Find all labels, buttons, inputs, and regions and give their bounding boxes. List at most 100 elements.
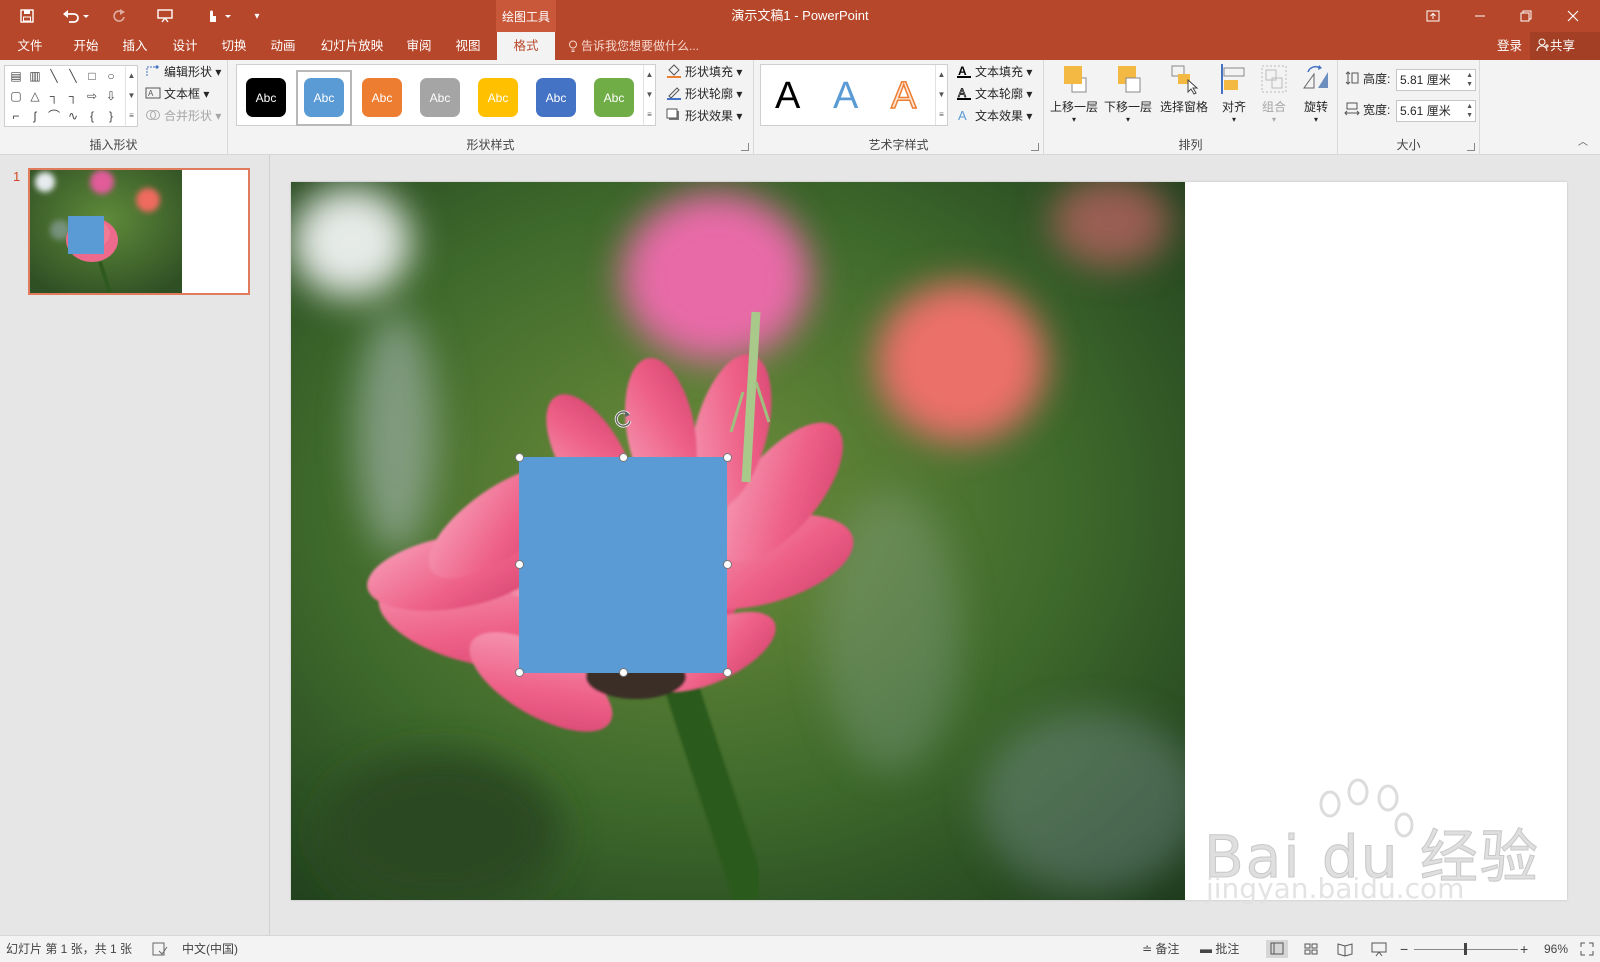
shape-fill-button[interactable]: 形状填充 ▾ xyxy=(666,62,742,82)
wordart-blue-fill[interactable]: A xyxy=(833,75,858,118)
send-backward-button[interactable]: 下移一层 ▾ xyxy=(1102,62,1154,125)
selected-rectangle-shape[interactable] xyxy=(519,457,727,673)
elbow-connector-shape-icon[interactable]: ┐ xyxy=(47,90,61,102)
triangle-shape-icon[interactable]: △ xyxy=(28,90,42,102)
resize-handle-right[interactable] xyxy=(723,560,732,569)
style-swatch-orange[interactable]: Abc xyxy=(362,78,402,117)
shape-effects-button[interactable]: 形状效果 ▾ xyxy=(666,106,742,126)
zoom-level[interactable]: 96% xyxy=(1544,936,1568,962)
comments-button[interactable]: ▬ 批注 xyxy=(1200,936,1239,962)
scribble-shape-icon[interactable]: ʃ xyxy=(28,110,42,122)
zoom-slider-thumb[interactable] xyxy=(1464,943,1467,955)
normal-view-icon[interactable] xyxy=(1266,940,1288,958)
tab-view[interactable]: 视图 xyxy=(448,32,488,60)
zoom-slider[interactable] xyxy=(1414,936,1524,962)
style-swatch-gray[interactable]: Abc xyxy=(420,78,460,117)
save-icon[interactable] xyxy=(16,4,38,28)
tab-animations[interactable]: 动画 xyxy=(263,32,303,60)
tab-insert[interactable]: 插入 xyxy=(115,32,155,60)
vertical-textbox-shape-icon[interactable]: ▥ xyxy=(28,70,42,82)
present-icon[interactable] xyxy=(154,4,176,28)
resize-handle-bottom[interactable] xyxy=(619,668,628,677)
size-launcher-icon[interactable] xyxy=(1467,143,1475,151)
slide-sorter-view-icon[interactable] xyxy=(1300,940,1322,958)
resize-handle-bottom-right[interactable] xyxy=(723,668,732,677)
text-outline-button[interactable]: A 文本轮廓 ▾ xyxy=(956,84,1032,104)
slideshow-view-icon[interactable] xyxy=(1368,940,1390,958)
style-swatch-green[interactable]: Abc xyxy=(594,78,634,117)
zoom-in-icon[interactable]: + xyxy=(1520,936,1528,962)
shape-styles-gallery-scroll[interactable]: ▲ ▼ ≡ xyxy=(643,65,655,125)
tab-design[interactable]: 设计 xyxy=(165,32,205,60)
touch-mode-icon[interactable] xyxy=(200,4,236,28)
bring-forward-button[interactable]: 上移一层 ▾ xyxy=(1048,62,1100,125)
style-swatch-gold[interactable]: Abc xyxy=(478,78,518,117)
merge-shapes-button[interactable]: 合并形状 ▾ xyxy=(145,106,221,126)
resize-handle-left[interactable] xyxy=(515,560,524,569)
rotate-handle-icon[interactable] xyxy=(612,408,634,430)
zoom-out-icon[interactable]: − xyxy=(1400,936,1408,962)
right-arrow-shape-icon[interactable]: ⇨ xyxy=(85,90,99,102)
close-icon[interactable] xyxy=(1550,0,1596,32)
left-brace-shape-icon[interactable]: { xyxy=(85,110,99,122)
restore-icon[interactable] xyxy=(1503,0,1549,32)
rotate-button[interactable]: 旋转 ▾ xyxy=(1296,62,1336,125)
height-input[interactable]: 5.81 厘米 ▲ ▼ xyxy=(1396,69,1476,91)
wordart-black-fill[interactable]: A xyxy=(775,75,800,118)
rectangle-shape-icon[interactable]: □ xyxy=(85,70,99,82)
down-arrow-shape-icon[interactable]: ⇩ xyxy=(104,90,118,102)
width-input[interactable]: 5.61 厘米 ▲ ▼ xyxy=(1396,100,1476,122)
slide-thumbnail[interactable] xyxy=(28,168,250,295)
height-spinner[interactable]: ▲ ▼ xyxy=(1466,71,1473,89)
style-swatch-dark-blue[interactable]: Abc xyxy=(536,78,576,117)
tab-format[interactable]: 格式 xyxy=(497,32,555,60)
wordart-gallery-scroll[interactable]: ▲ ▼ ≡ xyxy=(935,65,947,125)
tab-review[interactable]: 审阅 xyxy=(399,32,439,60)
group-button[interactable]: 组合 ▾ xyxy=(1254,62,1294,125)
resize-handle-bottom-left[interactable] xyxy=(515,668,524,677)
text-fill-button[interactable]: A 文本填充 ▾ xyxy=(956,62,1032,82)
line-shape-icon[interactable]: ╲ xyxy=(47,70,61,82)
flower-photo[interactable] xyxy=(291,182,1185,900)
resize-handle-top-right[interactable] xyxy=(723,453,732,462)
redo-icon[interactable] xyxy=(108,4,130,28)
undo-icon[interactable] xyxy=(58,4,94,28)
style-swatch-blue[interactable]: Abc xyxy=(304,78,344,117)
share-button[interactable]: 共享 xyxy=(1530,32,1600,60)
oval-shape-icon[interactable]: ○ xyxy=(104,70,118,82)
tab-transitions[interactable]: 切换 xyxy=(214,32,254,60)
shape-outline-button[interactable]: 形状轮廓 ▾ xyxy=(666,84,742,104)
login-link[interactable]: 登录 xyxy=(1497,32,1522,60)
text-effects-button[interactable]: A 文本效果 ▾ xyxy=(956,106,1032,126)
align-button[interactable]: 对齐 ▾ xyxy=(1214,62,1254,125)
tell-me-box[interactable]: 告诉我您想要做什么... xyxy=(568,32,699,60)
right-brace-shape-icon[interactable]: } xyxy=(104,110,118,122)
shape-styles-gallery[interactable]: Abc Abc Abc Abc Abc Abc Abc ▲ ▼ ≡ xyxy=(236,64,656,126)
reading-view-icon[interactable] xyxy=(1334,940,1356,958)
language-indicator[interactable]: 中文(中国) xyxy=(182,936,238,962)
tab-slideshow[interactable]: 幻灯片放映 xyxy=(314,32,390,60)
text-box-button[interactable]: A 文本框 ▾ xyxy=(145,84,209,104)
notes-button[interactable]: ≐ 备注 xyxy=(1142,936,1179,962)
shapes-gallery[interactable]: ▤ ▥ ╲ ╲ □ ○ ▢ △ ┐ ┐ ⇨ ⇩ ⌐ ʃ ⌒ ∿ { } ▲ ▼ ≡ xyxy=(4,65,138,127)
wordart-orange-outline[interactable]: A xyxy=(890,74,917,118)
edit-shape-button[interactable]: 编辑形状 ▾ xyxy=(145,62,221,82)
style-swatch-black[interactable]: Abc xyxy=(246,78,286,117)
width-spinner[interactable]: ▲ ▼ xyxy=(1466,102,1473,120)
wordart-gallery[interactable]: A A A ▲ ▼ ≡ xyxy=(760,64,948,126)
shapes-gallery-scroll[interactable]: ▲ ▼ ≡ xyxy=(125,66,137,126)
wordart-launcher-icon[interactable] xyxy=(1031,143,1039,151)
spell-check-icon[interactable] xyxy=(152,936,168,962)
resize-handle-top[interactable] xyxy=(619,453,628,462)
shape-styles-launcher-icon[interactable] xyxy=(741,143,749,151)
tab-home[interactable]: 开始 xyxy=(66,32,106,60)
minimize-icon[interactable] xyxy=(1457,0,1503,32)
arrow-line-shape-icon[interactable]: ╲ xyxy=(66,70,80,82)
customize-qat-icon[interactable]: ▾ xyxy=(250,4,264,28)
rounded-rect-shape-icon[interactable]: ▢ xyxy=(9,90,23,102)
resize-handle-top-left[interactable] xyxy=(515,453,524,462)
fit-to-window-icon[interactable] xyxy=(1580,936,1594,962)
tab-file[interactable]: 文件 xyxy=(8,32,52,60)
arc-shape-icon[interactable]: ⌒ xyxy=(47,110,61,122)
collapse-ribbon-icon[interactable]: ︿ xyxy=(1578,133,1588,148)
